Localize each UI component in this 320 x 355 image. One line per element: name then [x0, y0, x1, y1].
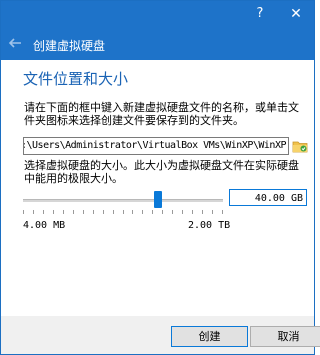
location-description: 请在下面的框中键入新建虚拟硬盘文件的名称，或单击文件夹图标来选择创建文件要保存到… [24, 101, 299, 127]
min-size-label: 4.00 MB [23, 220, 66, 231]
section-title: 文件位置和大小 [23, 70, 129, 88]
size-input[interactable]: 40.00 GB [229, 189, 307, 206]
wizard-content: 文件位置和大小 请在下面的框中键入新建虚拟硬盘文件的名称，或单击文件夹图标来选择… [1, 60, 314, 316]
arrow-left-icon[interactable] [7, 35, 23, 51]
slider-tick [122, 210, 124, 214]
slider-tick [162, 210, 164, 214]
title-bar: ? ✕ [1, 1, 314, 29]
dialog-window: ? ✕ 创建虚拟硬盘 文件位置和大小 请在下面的框中键入新建虚拟硬盘文件的名称，… [0, 0, 320, 355]
button-bar: 创建 取消 [1, 316, 320, 354]
slider-track [23, 199, 223, 202]
slider-tick [202, 210, 204, 214]
slider-tick [32, 210, 34, 214]
help-button[interactable]: ? [251, 5, 269, 23]
folder-icon[interactable] [291, 137, 309, 155]
slider-tick [82, 210, 84, 214]
slider-tick [182, 210, 184, 214]
file-path-value: :\Users\Administrator\VirtualBox VMs\Win… [23, 140, 289, 151]
slider-tick [132, 210, 134, 214]
cancel-button[interactable]: 取消 [250, 326, 320, 347]
slider-tick [142, 210, 144, 214]
slider-tick [172, 210, 174, 214]
slider-thumb[interactable] [153, 191, 162, 208]
slider-tick [192, 210, 194, 214]
slider-tick [62, 210, 64, 214]
slider-tick [42, 210, 44, 214]
wizard-title: 创建虚拟硬盘 [33, 39, 106, 53]
slider-tick [152, 210, 154, 214]
create-button[interactable]: 创建 [171, 326, 248, 347]
slider-tick [112, 210, 114, 214]
slider-tick [52, 210, 54, 214]
size-slider[interactable] [23, 190, 223, 220]
size-description: 选择虚拟硬盘的大小。此大小为虚拟硬盘文件在实际硬盘中能用的极限大小。 [24, 159, 299, 185]
max-size-label: 2.00 TB [188, 220, 231, 231]
slider-tick [23, 210, 24, 214]
close-button[interactable]: ✕ [287, 5, 305, 23]
file-path-input[interactable]: :\Users\Administrator\VirtualBox VMs\Win… [23, 137, 289, 155]
slider-tick [212, 210, 214, 214]
slider-tick [72, 210, 74, 214]
slider-tick [92, 210, 94, 214]
slider-tick [102, 210, 104, 214]
slider-tick [222, 210, 223, 214]
wizard-header: 创建虚拟硬盘 [1, 29, 314, 60]
